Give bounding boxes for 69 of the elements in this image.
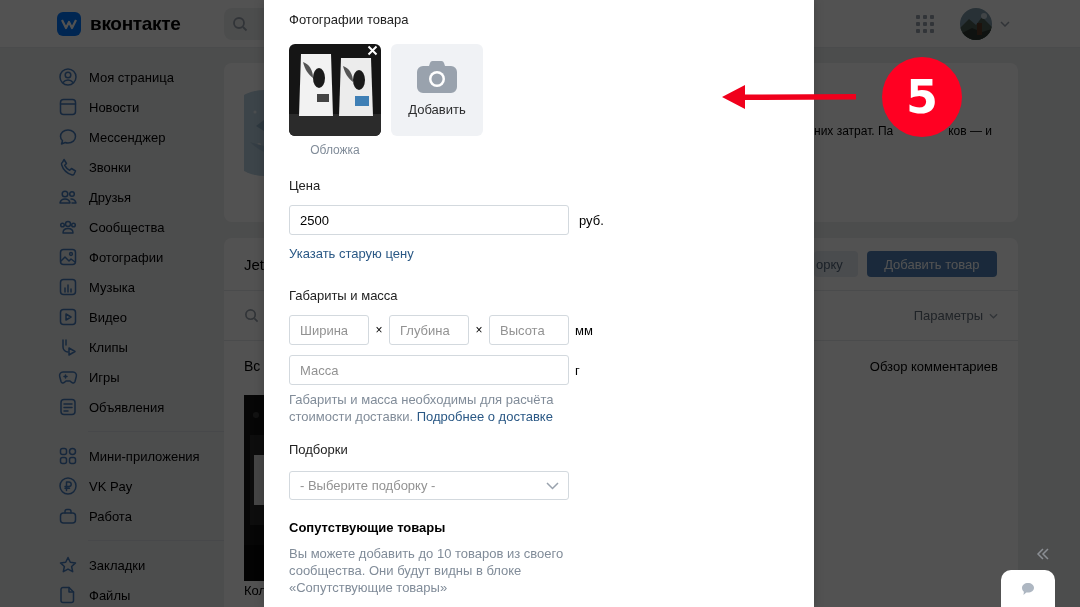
hint-text: Вы можете добавить до 10 товаров из своего сообщества. Они будут видны в блоке «Сопутствующие товары» <box>289 545 565 596</box>
chat-button[interactable] <box>1001 570 1055 607</box>
grid-icon <box>58 446 78 466</box>
chevron-down-icon <box>546 481 559 490</box>
logo-text[interactable]: вконтакте <box>90 12 181 35</box>
sidebar-item[interactable]: Объявления <box>58 392 224 422</box>
mass-field[interactable]: Масса <box>289 355 569 385</box>
sidebar-item[interactable]: Сообщества <box>58 212 224 242</box>
sidebar-item[interactable]: Новости <box>58 92 224 122</box>
list-icon <box>58 397 78 417</box>
search-icon[interactable] <box>244 308 259 323</box>
camera-icon <box>417 61 457 93</box>
collection-dropdown[interactable]: - Выберите подборку - <box>289 471 569 500</box>
phone-icon <box>58 157 78 177</box>
hint-text: Габариты и масса необходимы для расчёта стоимости доставки. Подробнее о доставке <box>289 391 555 425</box>
times-sign: × <box>474 323 484 337</box>
user-icon <box>58 67 78 87</box>
unit-label: г <box>575 362 580 378</box>
sidebar-item[interactable]: Фотографии <box>58 242 224 272</box>
sidebar-item[interactable]: Моя страница <box>58 62 224 92</box>
chevron-down-icon <box>989 312 998 319</box>
logo-icon[interactable] <box>57 11 81 36</box>
chat-bubble-icon <box>1021 582 1035 596</box>
chat-bubble-icon <box>58 127 78 147</box>
unit-label: мм <box>575 322 593 338</box>
sidebar-item[interactable]: Звонки <box>58 152 224 182</box>
play-icon <box>58 307 78 327</box>
briefcase-icon <box>58 506 78 526</box>
add-photo-button[interactable]: Добавить <box>391 44 483 136</box>
delivery-link[interactable]: Подробнее о доставке <box>416 409 553 424</box>
field-label: Подборки <box>289 442 348 458</box>
dimension-field[interactable]: Высота <box>489 315 569 345</box>
dimension-field[interactable]: Глубина <box>389 315 469 345</box>
image-icon <box>58 247 78 267</box>
star-icon <box>58 555 78 575</box>
sidebar-item[interactable]: Файлы <box>58 580 224 607</box>
sidebar-item[interactable]: Мессенджер <box>58 122 224 152</box>
comments-link[interactable]: Обзор комментариев <box>869 358 998 374</box>
field-label: Цена <box>289 178 321 194</box>
sidebar-item[interactable]: Клипы <box>58 332 224 362</box>
sidebar-item[interactable]: Музыка <box>58 272 224 302</box>
search-icon <box>232 15 248 32</box>
sidebar-item[interactable]: Работа <box>58 501 224 531</box>
sidebar-item[interactable]: VK Pay <box>58 471 224 501</box>
sidebar-item[interactable]: Игры <box>58 362 224 392</box>
cover-caption: Обложка <box>310 143 360 158</box>
tab[interactable]: Вс <box>244 358 264 374</box>
double-chevron-icon[interactable] <box>1036 548 1050 560</box>
section-title: Jet <box>244 255 264 273</box>
chevron-down-icon[interactable] <box>1000 20 1010 27</box>
apps-icon[interactable] <box>916 14 934 33</box>
sidebar-item[interactable]: Мини-приложения <box>58 441 224 471</box>
field-label: Сопутствующие товары <box>289 520 446 536</box>
price-field[interactable]: 2500 <box>289 205 569 235</box>
music-icon <box>58 277 78 297</box>
sidebar-item[interactable]: Закладки <box>58 550 224 580</box>
ruble-icon <box>58 476 78 496</box>
description-text: них затрат. Па <box>814 124 894 140</box>
unit-label: руб. <box>579 212 604 228</box>
sidebar-item[interactable]: Друзья <box>58 182 224 212</box>
old-price-link[interactable]: Указать старую цену <box>289 246 414 262</box>
newspaper-icon <box>58 97 78 117</box>
description-text: ков — и <box>948 124 992 140</box>
section-label: Фотографии товара <box>289 12 409 28</box>
dimension-field[interactable]: Ширина <box>289 315 369 345</box>
close-icon[interactable] <box>367 45 378 56</box>
sidebar-item[interactable]: Видео <box>58 302 224 332</box>
field-label: Габариты и масса <box>289 288 398 304</box>
times-sign: × <box>374 323 384 337</box>
